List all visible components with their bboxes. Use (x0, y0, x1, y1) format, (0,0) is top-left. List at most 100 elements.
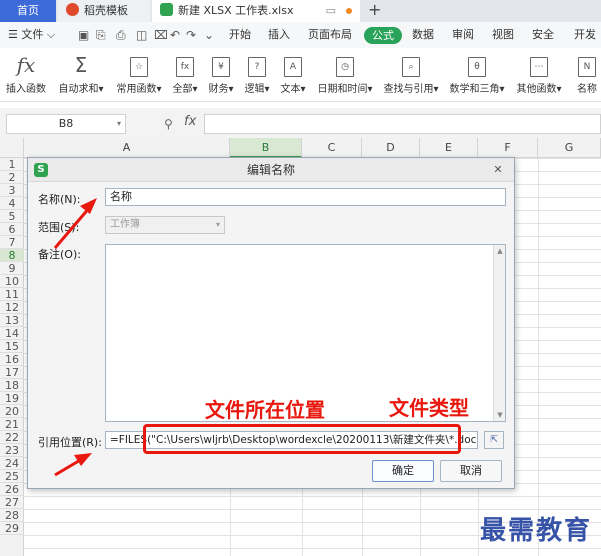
row-header-7[interactable]: 7 (0, 236, 24, 249)
row-header-1[interactable]: 1 (0, 158, 24, 171)
lookup-reference-label: 查找与引用▾ (383, 84, 439, 95)
scroll-down-icon[interactable]: ▼ (494, 411, 506, 419)
row-header-9[interactable]: 9 (0, 262, 24, 275)
cancel-button[interactable]: 取消 (440, 460, 502, 482)
row-header-28[interactable]: 28 (0, 509, 24, 522)
column-header-d[interactable]: D (362, 138, 420, 158)
zoom-search-icon[interactable]: ⚲ (164, 117, 173, 131)
print-icon[interactable]: ⎙ (116, 28, 126, 42)
row-header-14[interactable]: 14 (0, 327, 24, 340)
row-header-10[interactable]: 10 (0, 275, 24, 288)
docer-logo-icon (66, 3, 79, 16)
name-manager-button[interactable]: N 名称 (574, 52, 600, 95)
column-header-f[interactable]: F (478, 138, 538, 158)
monitor-icon[interactable]: ▭ (326, 0, 336, 22)
row-header-22[interactable]: 22 (0, 431, 24, 444)
fx-label[interactable]: fx (184, 114, 196, 129)
math-icon: θ (448, 52, 506, 78)
column-headers: A B C D E F G (0, 138, 601, 158)
column-header-e[interactable]: E (420, 138, 478, 158)
menu-item-layout[interactable]: 页面布局 (308, 22, 352, 48)
row-header-4[interactable]: 4 (0, 197, 24, 210)
annotation-file-location: 文件所在位置 (205, 398, 325, 422)
menu-item-formulas[interactable]: 公式 (364, 27, 402, 44)
column-header-g[interactable]: G (538, 138, 601, 158)
scope-select[interactable]: 工作簿 ▾ (105, 216, 225, 234)
menu-file[interactable]: ☰ 文件 ⌵ (8, 22, 55, 48)
row-header-24[interactable]: 24 (0, 457, 24, 470)
formula-input[interactable] (204, 114, 601, 134)
text-functions-label: 文本▾ (280, 84, 306, 95)
export-icon[interactable]: ⎘ (96, 28, 106, 42)
row-header-15[interactable]: 15 (0, 340, 24, 353)
autosum-label: 自动求和▾ (58, 84, 104, 95)
row-header-2[interactable]: 2 (0, 171, 24, 184)
column-header-a[interactable]: A (24, 138, 230, 158)
row-header-25[interactable]: 25 (0, 470, 24, 483)
save-icon[interactable]: ▣ (78, 28, 89, 42)
all-functions-button[interactable]: fx 全部▾ (170, 52, 200, 95)
menu-item-home[interactable]: 开始 (229, 22, 251, 48)
row-header-3[interactable]: 3 (0, 184, 24, 197)
name-box[interactable]: B8 ▾ (6, 114, 126, 134)
chevron-down-icon[interactable]: ▾ (117, 115, 121, 133)
close-icon[interactable]: ✕ (490, 162, 506, 178)
lookup-reference-button[interactable]: ⌕ 查找与引用▾ (382, 52, 440, 95)
menu-item-insert[interactable]: 插入 (268, 22, 290, 48)
math-trig-button[interactable]: θ 数学和三角▾ (448, 52, 506, 95)
row-header-29[interactable]: 29 (0, 522, 24, 535)
column-header-b[interactable]: B (230, 138, 302, 158)
datetime-button[interactable]: ◷ 日期和时间▾ (316, 52, 374, 95)
dialog-title-bar[interactable]: S 编辑名称 ✕ (28, 158, 514, 182)
finance-label: 财务▾ (208, 84, 234, 95)
column-header-c[interactable]: C (302, 138, 362, 158)
scroll-up-icon[interactable]: ▲ (494, 247, 506, 255)
unsaved-dot-icon (346, 8, 352, 14)
row-header-17[interactable]: 17 (0, 366, 24, 379)
tab-templates[interactable]: 稻壳模板 (58, 0, 150, 22)
name-icon: N (574, 52, 600, 78)
row-header-23[interactable]: 23 (0, 444, 24, 457)
tab-home[interactable]: 首页 (0, 0, 56, 22)
other-functions-button[interactable]: ⋯ 其他函数▾ (514, 52, 564, 95)
collapse-dialog-icon[interactable]: ⇱ (484, 431, 504, 449)
text-functions-button[interactable]: A 文本▾ (278, 52, 308, 95)
menu-item-view[interactable]: 视图 (492, 22, 514, 48)
row-header-21[interactable]: 21 (0, 418, 24, 431)
undo-icon[interactable]: ↶ (170, 28, 180, 42)
autosum-button[interactable]: Σ 自动求和▾ (56, 52, 106, 95)
common-func-icon: ☆ (114, 52, 164, 78)
format-painter-icon[interactable]: ⌧ (154, 28, 168, 42)
row-header-6[interactable]: 6 (0, 223, 24, 236)
customize-icon[interactable]: ⌄ (204, 28, 214, 42)
watermark-logo: 最需教育 (480, 516, 593, 546)
row-header-5[interactable]: 5 (0, 210, 24, 223)
row-header-11[interactable]: 11 (0, 288, 24, 301)
common-functions-button[interactable]: ☆ 常用函数▾ (114, 52, 164, 95)
menu-item-review[interactable]: 审阅 (452, 22, 474, 48)
note-scrollbar[interactable]: ▲ ▼ (493, 245, 505, 421)
ok-button[interactable]: 确定 (372, 460, 434, 482)
row-header-8[interactable]: 8 (0, 249, 24, 262)
menu-item-data[interactable]: 数据 (412, 22, 434, 48)
tab-workbook[interactable]: 新建 XLSX 工作表.xlsx ▭ (152, 0, 360, 22)
logic-button[interactable]: ? 逻辑▾ (242, 52, 272, 95)
row-header-26[interactable]: 26 (0, 483, 24, 496)
name-input[interactable]: 名称 (105, 188, 506, 206)
insert-function-button[interactable]: fx 插入函数 (4, 52, 48, 95)
row-header-20[interactable]: 20 (0, 405, 24, 418)
menu-item-security[interactable]: 安全 (532, 22, 554, 48)
select-all-corner[interactable] (0, 138, 24, 158)
row-header-13[interactable]: 13 (0, 314, 24, 327)
redo-icon[interactable]: ↷ (186, 28, 196, 42)
row-header-19[interactable]: 19 (0, 392, 24, 405)
preview-icon[interactable]: ◫ (136, 28, 147, 42)
math-trig-label: 数学和三角▾ (449, 84, 505, 95)
row-header-18[interactable]: 18 (0, 379, 24, 392)
menu-item-developer[interactable]: 开发 (574, 22, 596, 48)
new-tab-button[interactable]: + (368, 0, 381, 20)
row-header-27[interactable]: 27 (0, 496, 24, 509)
row-header-12[interactable]: 12 (0, 301, 24, 314)
row-header-16[interactable]: 16 (0, 353, 24, 366)
finance-button[interactable]: ¥ 财务▾ (206, 52, 236, 95)
